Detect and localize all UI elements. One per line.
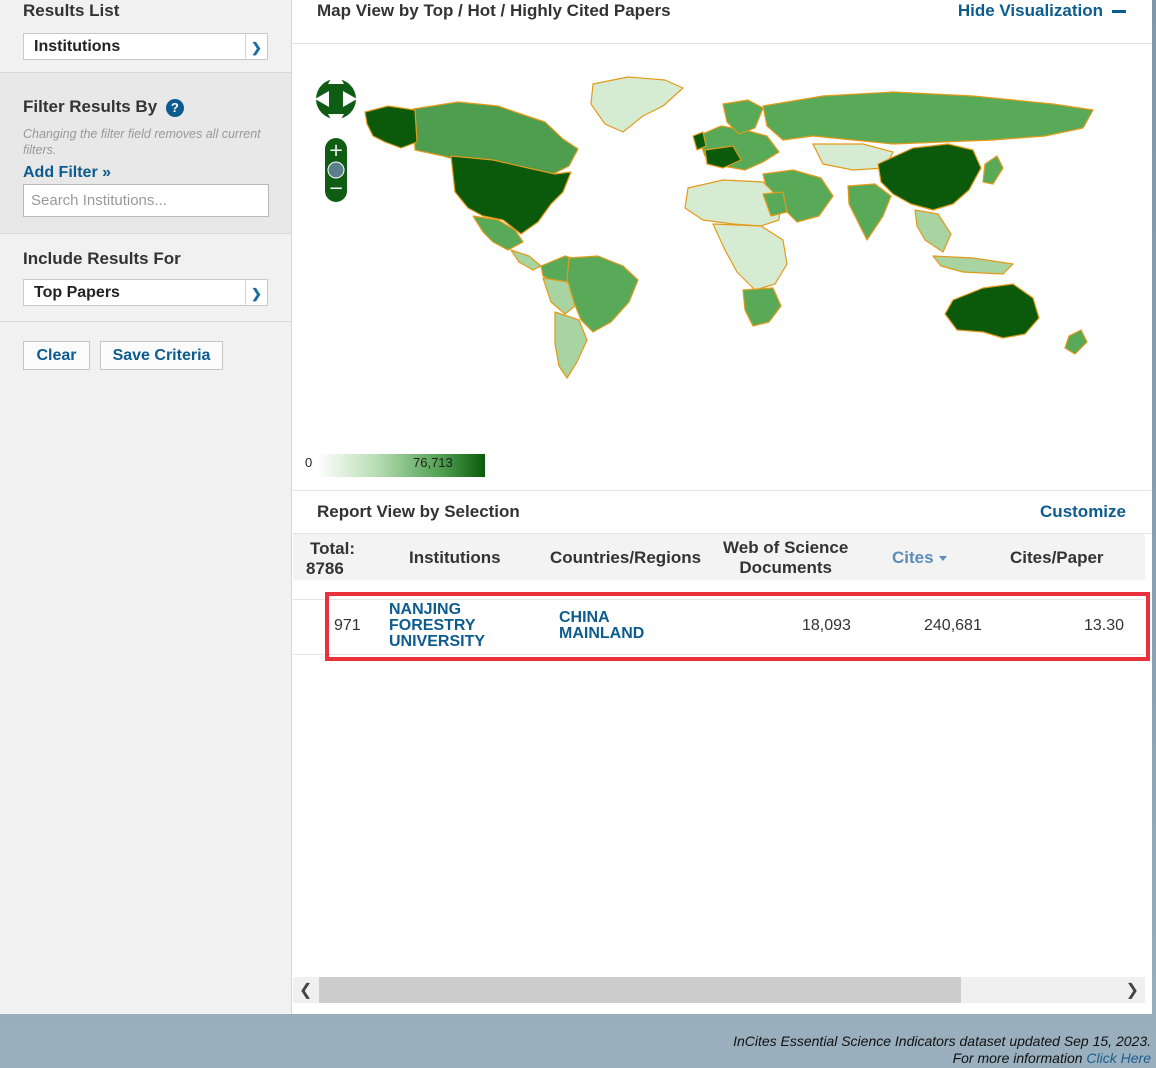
include-value: Top Papers	[34, 284, 120, 301]
col-wos-line1: Web of Science	[723, 538, 849, 557]
map-region-japan	[982, 155, 1004, 185]
map-region-central-america	[510, 249, 542, 271]
filter-label: Filter Results By	[23, 97, 158, 116]
results-list-select[interactable]: Institutions ❯	[23, 33, 268, 60]
help-icon[interactable]: ?	[165, 98, 184, 117]
filter-heading: Filter Results By ?	[23, 73, 268, 117]
hide-visualization-label: Hide Visualization	[957, 1, 1103, 20]
filter-section: Filter Results By ? Changing the filter …	[0, 73, 291, 234]
map-region-australia	[944, 283, 1040, 339]
world-map[interactable]: + −	[293, 44, 1152, 489]
row-highlight-box	[325, 592, 1150, 661]
search-input[interactable]: Search Institutions...	[23, 184, 269, 217]
clear-button[interactable]: Clear	[23, 341, 90, 370]
col-wos-line2: Documents	[739, 558, 832, 577]
click-here-link[interactable]: Click Here	[1086, 1050, 1151, 1066]
scroll-right-icon[interactable]: ❯	[1126, 980, 1139, 1000]
include-select[interactable]: Top Papers ❯	[23, 279, 268, 306]
app-window: Results List Institutions ❯ Filter Resul…	[0, 0, 1152, 1014]
total-label: Total:	[310, 539, 356, 558]
footer-more-info: For more information Click Here	[953, 1050, 1151, 1066]
map-region-alaska	[364, 105, 418, 149]
svg-text:−: −	[328, 178, 343, 199]
map-region-uk	[692, 131, 707, 151]
map-region-new-zealand	[1064, 329, 1088, 355]
map-region-russia	[762, 91, 1094, 145]
col-institutions[interactable]: Institutions	[409, 548, 501, 568]
filter-hint: Changing the filter field removes all cu…	[23, 127, 261, 157]
sort-desc-icon	[938, 556, 947, 562]
col-countries[interactable]: Countries/Regions	[550, 548, 701, 568]
sidebar: Results List Institutions ❯ Filter Resul…	[0, 0, 292, 1014]
horizontal-scrollbar[interactable]: ❮ ❯	[293, 977, 1145, 1003]
map-legend-bar	[317, 454, 485, 477]
map-region-southeast-asia	[914, 209, 952, 253]
col-cites-per-paper[interactable]: Cites/Paper	[1010, 548, 1104, 568]
map-region-greenland	[590, 76, 684, 133]
chevron-down-icon[interactable]: ❯	[245, 280, 267, 305]
map-region-india	[847, 183, 892, 241]
results-list-value: Institutions	[34, 38, 121, 55]
minus-icon	[1112, 10, 1126, 14]
scrollbar-thumb[interactable]	[319, 977, 961, 1003]
map-pan-control[interactable]: + −	[313, 66, 359, 204]
map-region-china	[877, 143, 982, 211]
hide-visualization-link[interactable]: Hide Visualization	[958, 1, 1126, 21]
world-map-svg	[364, 76, 1094, 379]
save-criteria-button[interactable]: Save Criteria	[100, 341, 223, 370]
svg-text:+: +	[328, 140, 343, 161]
col-wos-documents[interactable]: Web of Science Documents	[723, 538, 848, 578]
footer-more-info-text: For more information	[952, 1050, 1083, 1066]
map-region-central-africa	[712, 223, 788, 291]
chevron-down-icon[interactable]: ❯	[245, 34, 267, 59]
map-title: Map View by Top / Hot / Highly Cited Pap…	[317, 1, 671, 20]
include-label: Include Results For	[23, 249, 181, 268]
footer-dataset-note: InCites Essential Science Indicators dat…	[733, 1033, 1151, 1049]
main-panel: Map View by Top / Hot / Highly Cited Pap…	[293, 0, 1152, 1014]
results-list-section: Results List Institutions ❯	[0, 0, 291, 73]
report-title: Report View by Selection	[317, 502, 520, 521]
scroll-left-icon[interactable]: ❮	[299, 980, 312, 1000]
total-header: Total: 8786	[306, 539, 356, 579]
results-list-label: Results List	[23, 1, 120, 20]
legend-max: 76,713	[413, 455, 453, 470]
divider	[293, 490, 1152, 491]
col-cites-label: Cites	[892, 548, 934, 567]
include-section: Include Results For Top Papers ❯	[0, 234, 291, 322]
col-cites[interactable]: Cites	[892, 548, 947, 568]
table-header: Total: 8786 Institutions Countries/Regio…	[293, 534, 1145, 580]
map-region-south-africa	[742, 287, 782, 327]
total-value: 8786	[306, 559, 344, 578]
customize-link[interactable]: Customize	[1040, 502, 1126, 522]
map-region-indonesia	[932, 255, 1014, 275]
add-filter-link[interactable]: Add Filter »	[23, 164, 268, 182]
legend-min: 0	[305, 455, 313, 470]
